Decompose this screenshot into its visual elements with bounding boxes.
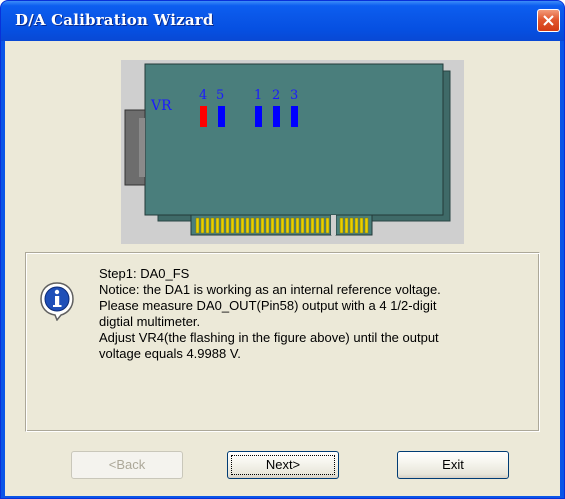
gold-contact bbox=[354, 217, 359, 234]
gold-contact bbox=[210, 217, 215, 234]
gold-contact bbox=[260, 217, 265, 234]
gold-contact bbox=[240, 217, 245, 234]
vr1-block bbox=[255, 106, 262, 127]
board-figure: VR 4 5 1 2 3 bbox=[121, 60, 464, 244]
gold-contact bbox=[270, 217, 275, 234]
gold-contact bbox=[320, 217, 325, 234]
gold-contact bbox=[225, 217, 230, 234]
gold-contact bbox=[295, 217, 300, 234]
title-bar[interactable]: D/A Calibration Wizard bbox=[1, 1, 564, 41]
exit-button[interactable]: Exit bbox=[397, 451, 509, 479]
gold-contact bbox=[280, 217, 285, 234]
close-icon bbox=[543, 15, 554, 26]
gold-contact bbox=[255, 217, 260, 234]
gold-contact bbox=[359, 217, 364, 234]
instruction-text: Step1: DA0_FS Notice: the DA1 is working… bbox=[99, 266, 539, 362]
vr-number-1: 1 bbox=[254, 88, 262, 103]
gold-contact bbox=[230, 217, 235, 234]
gold-contact bbox=[349, 217, 354, 234]
gold-contact bbox=[344, 217, 349, 234]
gold-contact bbox=[325, 217, 330, 234]
gold-contact bbox=[220, 217, 225, 234]
vr4-block bbox=[200, 106, 207, 127]
back-button-label: <Back bbox=[108, 457, 146, 472]
vr-number-2: 2 bbox=[272, 88, 280, 103]
vr-label: VR bbox=[150, 98, 172, 114]
vr-number-5: 5 bbox=[216, 88, 224, 103]
back-button[interactable]: <Back bbox=[71, 451, 183, 479]
close-button[interactable] bbox=[537, 9, 560, 32]
gold-contact bbox=[265, 217, 270, 234]
gold-contact bbox=[205, 217, 210, 234]
next-button-label: Next> bbox=[265, 457, 301, 472]
info-icon bbox=[40, 282, 74, 321]
next-button[interactable]: Next> bbox=[227, 451, 339, 479]
adjust-line: Adjust VR4(the flashing in the figure ab… bbox=[99, 330, 439, 345]
gold-contact bbox=[200, 217, 205, 234]
gold-contact bbox=[235, 217, 240, 234]
gold-contact bbox=[339, 217, 344, 234]
gold-contact bbox=[290, 217, 295, 234]
wizard-window: D/A Calibration Wizard VR 4 5 1 2 3 Step… bbox=[0, 0, 565, 499]
gold-contact bbox=[364, 217, 369, 234]
vr2-block bbox=[273, 106, 280, 127]
gold-contact bbox=[245, 217, 250, 234]
gold-contact bbox=[305, 217, 310, 234]
notice-line: Notice: the DA1 is working as an interna… bbox=[99, 282, 441, 297]
vr5-block bbox=[218, 106, 225, 127]
gold-contact bbox=[195, 217, 200, 234]
circuit-board bbox=[144, 63, 444, 216]
vr-number-3: 3 bbox=[290, 88, 298, 103]
measure-line-cont: digtial multimeter. bbox=[99, 314, 201, 329]
gold-contact bbox=[285, 217, 290, 234]
adjust-line-cont: voltage equals 4.9988 V. bbox=[99, 346, 241, 361]
step-title: Step1: DA0_FS bbox=[99, 266, 190, 281]
gold-contact bbox=[275, 217, 280, 234]
exit-button-label: Exit bbox=[442, 457, 464, 472]
vr3-block bbox=[291, 106, 298, 127]
measure-line: Please measure DA0_OUT(Pin58) output wit… bbox=[99, 298, 437, 313]
window-title: D/A Calibration Wizard bbox=[15, 11, 214, 29]
gold-contact bbox=[310, 217, 315, 234]
gold-contact bbox=[215, 217, 220, 234]
gold-contact bbox=[250, 217, 255, 234]
vr-number-4: 4 bbox=[199, 88, 207, 103]
gold-contact bbox=[315, 217, 320, 234]
instruction-panel: Step1: DA0_FS Notice: the DA1 is working… bbox=[25, 252, 540, 432]
gold-contact bbox=[300, 217, 305, 234]
dialog-body: VR 4 5 1 2 3 Step1: DA0_FS Notice: the D… bbox=[5, 41, 560, 496]
